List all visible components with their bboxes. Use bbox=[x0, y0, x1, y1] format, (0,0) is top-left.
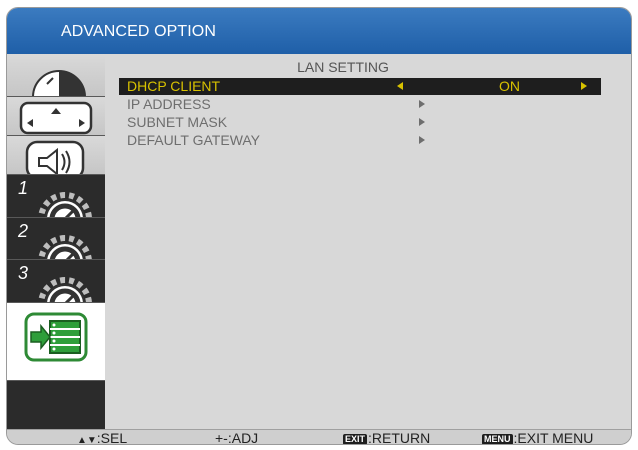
hint-select-label: :SEL bbox=[96, 430, 128, 445]
hint-exit-menu: MENU:EXIT MENU bbox=[482, 430, 594, 445]
menu-item-subnet-mask[interactable]: SUBNET MASK bbox=[119, 114, 601, 131]
menu-item-label: IP ADDRESS bbox=[127, 96, 211, 112]
sidebar: 1 2 3 bbox=[7, 54, 105, 429]
menu-item-ip-address[interactable]: IP ADDRESS bbox=[119, 96, 601, 113]
screen-position-icon bbox=[19, 101, 93, 135]
audio-icon bbox=[25, 140, 85, 174]
exit-key-icon: EXIT bbox=[343, 434, 368, 444]
hint-adjust: +-:ADJ bbox=[215, 430, 259, 445]
menu-item-label: SUBNET MASK bbox=[127, 114, 228, 130]
config1-number: 1 bbox=[18, 178, 29, 198]
hint-return-label: :RETURN bbox=[368, 430, 431, 445]
menu-item-label: DEFAULT GATEWAY bbox=[127, 132, 261, 148]
picture-icon bbox=[32, 70, 86, 96]
arrow-right-icon[interactable] bbox=[581, 82, 587, 90]
arrow-left-icon[interactable] bbox=[397, 82, 403, 90]
sidebar-item-config3[interactable]: 3 bbox=[7, 260, 105, 303]
sidebar-item-screen[interactable] bbox=[7, 97, 105, 136]
hint-select: ▲▼:SEL bbox=[77, 430, 128, 445]
hint-return: EXIT:RETURN bbox=[343, 430, 431, 445]
footer-help-bar: ▲▼:SEL +-:ADJ EXIT:RETURN MENU:EXIT MENU bbox=[7, 429, 631, 445]
sidebar-item-picture[interactable] bbox=[7, 54, 105, 97]
sidebar-item-advanced-option[interactable] bbox=[7, 303, 105, 381]
menu-key-icon: MENU bbox=[482, 434, 513, 444]
dhcp-client-value: ON bbox=[499, 78, 520, 94]
window-title: ADVANCED OPTION bbox=[61, 23, 216, 40]
menu-item-default-gateway[interactable]: DEFAULT GATEWAY bbox=[119, 132, 601, 149]
submenu-arrow-icon bbox=[419, 100, 425, 108]
hint-exit-menu-label: :EXIT MENU bbox=[513, 430, 594, 445]
up-down-arrows-icon: ▲▼ bbox=[77, 435, 97, 445]
menu-item-dhcp-client[interactable]: DHCP CLIENT ON bbox=[119, 78, 601, 95]
submenu-arrow-icon bbox=[419, 118, 425, 126]
menu-item-label: DHCP CLIENT bbox=[127, 78, 221, 94]
config2-number: 2 bbox=[18, 221, 29, 241]
advanced-option-icon bbox=[24, 312, 88, 362]
section-title: LAN SETTING bbox=[297, 59, 389, 75]
submenu-arrow-icon bbox=[419, 136, 425, 144]
title-bar: ADVANCED OPTION bbox=[7, 8, 631, 54]
sidebar-item-config2[interactable]: 2 bbox=[7, 218, 105, 260]
config3-number: 3 bbox=[18, 263, 29, 283]
sidebar-item-audio[interactable] bbox=[7, 136, 105, 175]
content-panel: LAN SETTING DHCP CLIENT ON IP ADDRESS SU… bbox=[105, 54, 631, 429]
osd-window: ADVANCED OPTION 1 2 3 LAN SETTING DHCP C… bbox=[6, 7, 632, 445]
sidebar-item-config1[interactable]: 1 bbox=[7, 175, 105, 218]
